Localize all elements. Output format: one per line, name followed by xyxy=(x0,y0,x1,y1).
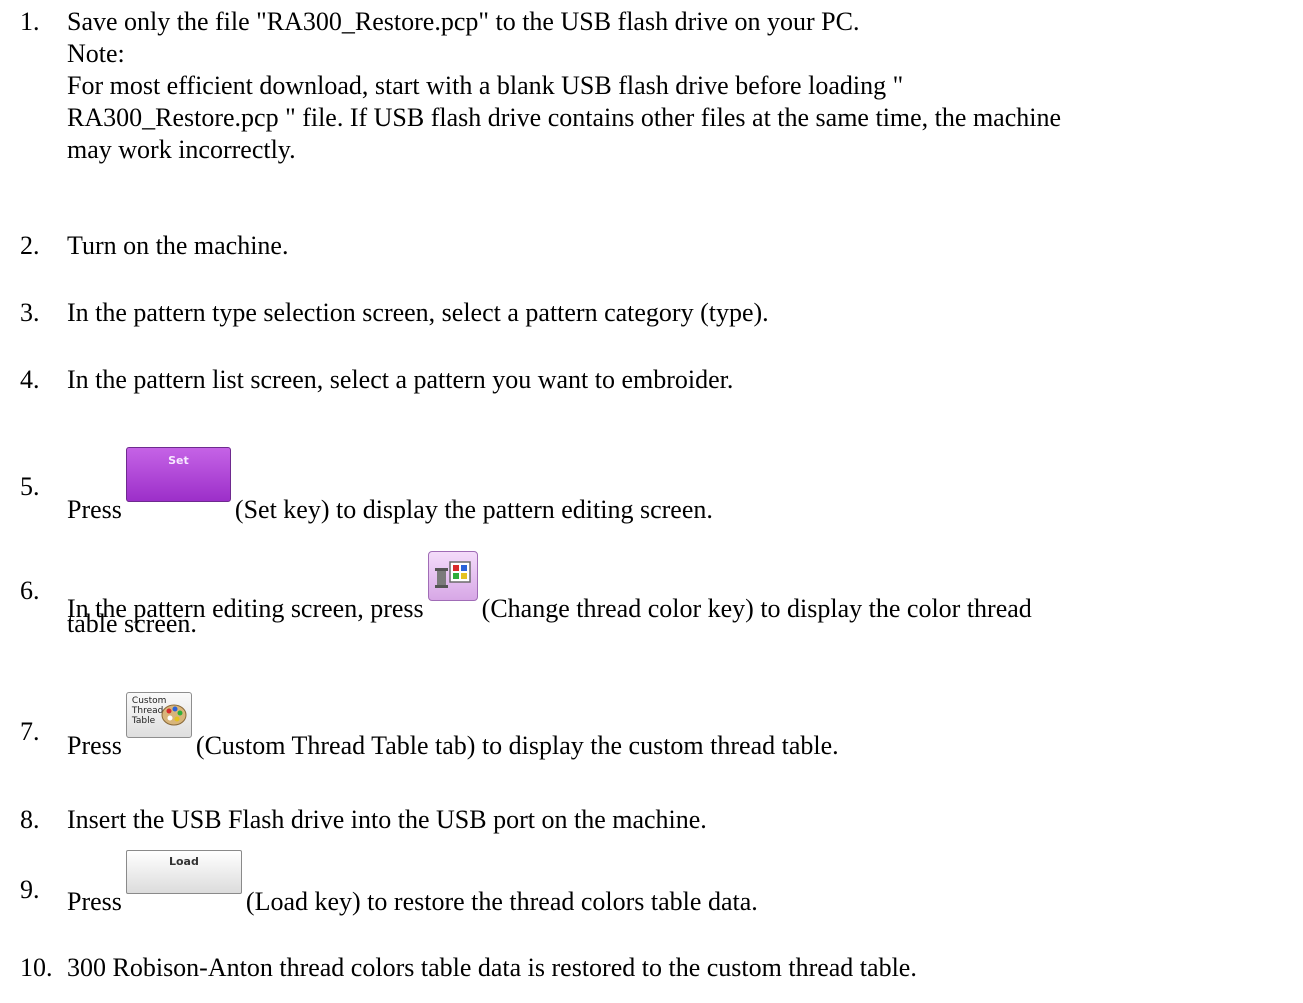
step-number: 2. xyxy=(20,231,40,260)
step-number: 6. xyxy=(20,576,40,605)
step-1-line-1: Save only the file "RA300_Restore.pcp" t… xyxy=(67,7,860,36)
note-line-2: RA300_Restore.pcp " file. If USB flash d… xyxy=(67,103,1062,132)
step-number: 5. xyxy=(20,472,40,501)
step-number: 7. xyxy=(20,717,40,746)
step-text: Insert the USB Flash drive into the USB … xyxy=(67,805,707,834)
step-text: Press Load (Load key) to restore the threa… xyxy=(67,850,1303,916)
custom-thread-table-tab-icon: Custom Thread Table xyxy=(125,692,192,738)
step-number: 1. xyxy=(20,7,40,36)
step-text: In the pattern type selection screen, se… xyxy=(67,298,769,327)
note-line-1: For most efficient download, start with … xyxy=(67,71,904,100)
step-number: 10. xyxy=(20,953,53,982)
step-text: Save only the file "RA300_Restore.pcp" t… xyxy=(67,6,1303,166)
step-number: 3. xyxy=(20,298,40,327)
note-line-3: may work incorrectly. xyxy=(67,135,296,164)
step-number: 4. xyxy=(20,365,40,394)
step-text: Press Custom Thread Table (Custom Thread T… xyxy=(67,692,1303,760)
note-label: Note: xyxy=(67,39,125,68)
load-key-icon: Load xyxy=(125,850,242,894)
step-text: In the pattern editing screen, press (Ch… xyxy=(67,551,1303,638)
step-text: Press Set (Set key) to display the pattern… xyxy=(67,447,1303,524)
step-number: 8. xyxy=(20,805,40,834)
step-text: Turn on the machine. xyxy=(67,231,289,260)
step-text: In the pattern list screen, select a pat… xyxy=(67,365,734,394)
step-text: 300 Robison-Anton thread colors table da… xyxy=(67,953,917,982)
change-thread-color-key-icon xyxy=(427,551,478,601)
set-key-icon: Set xyxy=(125,447,231,502)
step-6-continuation: table screen. xyxy=(67,609,197,638)
step-number: 9. xyxy=(20,875,40,904)
